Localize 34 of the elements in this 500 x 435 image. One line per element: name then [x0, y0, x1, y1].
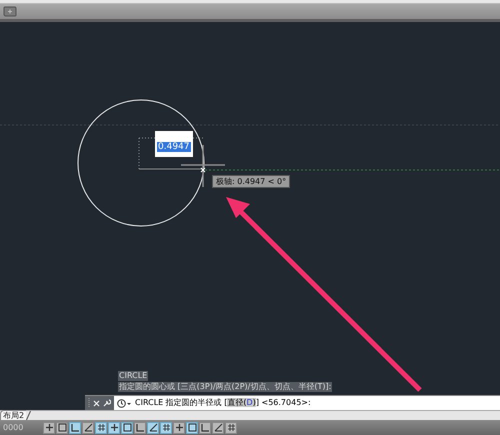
toggle-icon: [226, 423, 236, 432]
status-toggle-button[interactable]: [43, 422, 55, 434]
tab-edge-icon: [26, 411, 32, 420]
status-toggle-button[interactable]: [95, 422, 107, 434]
status-toggle-button[interactable]: [108, 422, 120, 434]
polar-tooltip: 极轴: 0.4947 < 0°: [212, 175, 290, 188]
status-toggle-button[interactable]: [56, 422, 68, 434]
new-tab-icon[interactable]: [3, 6, 17, 17]
status-toggle-button[interactable]: [160, 422, 172, 434]
layout-tab[interactable]: 布局2: [0, 410, 26, 420]
status-toggle-button[interactable]: [134, 422, 146, 434]
toggle-icon: [110, 423, 118, 432]
status-toggle-button[interactable]: [199, 422, 211, 434]
toggle-icon: [174, 423, 184, 432]
command-prompt: CIRCLE 指定圆的半径或 [直径(D)] <56.7045>:: [135, 398, 311, 408]
status-toggle-button[interactable]: [82, 422, 94, 434]
status-toggle-button[interactable]: [212, 422, 224, 434]
close-icon[interactable]: [93, 400, 100, 406]
toggle-icon: [84, 423, 92, 432]
toggle-icon: [148, 423, 158, 432]
command-dropdown-icon[interactable]: [117, 398, 132, 408]
toggle-icon: [162, 423, 170, 432]
status-toggle-button[interactable]: [225, 422, 237, 434]
toggle-icon: [96, 423, 106, 432]
toggle-icon: [214, 423, 222, 432]
dynamic-input-field[interactable]: 0.4947: [157, 142, 190, 152]
coordinates-text: 0000: [3, 422, 24, 434]
status-toggle-button[interactable]: [69, 422, 81, 434]
status-toggle-button[interactable]: [147, 422, 159, 434]
wrench-icon[interactable]: [103, 399, 111, 407]
toggle-icon: [44, 423, 54, 432]
status-toggle-button[interactable]: [121, 422, 133, 434]
status-toggle-button[interactable]: [186, 422, 198, 434]
status-toggle-button[interactable]: [173, 422, 185, 434]
